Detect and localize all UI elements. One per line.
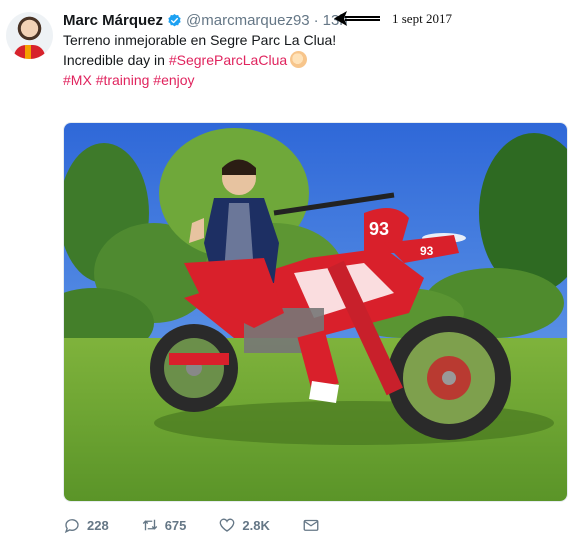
left-arrow-icon	[334, 11, 380, 26]
svg-text:93: 93	[420, 244, 434, 258]
tweet-photo[interactable]: 93 93	[63, 122, 568, 502]
tweet-line-3: #MX #training #enjoy	[63, 70, 336, 90]
tweet-header: Marc Márquez @marcmarquez93 · 13h	[63, 10, 348, 30]
retweet-count: 675	[164, 517, 187, 533]
hashtag-segreparclaclua[interactable]: #SegreParcLaClua	[169, 52, 287, 68]
annotation-date: 1 sept 2017	[392, 11, 452, 26]
tweet-line-2-prefix: Incredible day in	[63, 52, 165, 68]
svg-text:93: 93	[369, 219, 389, 239]
avatar-shirt	[14, 45, 45, 59]
hashtag-enjoy[interactable]: #enjoy	[153, 72, 194, 88]
author-name[interactable]: Marc Márquez	[63, 12, 163, 29]
motocross-photo: 93 93	[64, 123, 567, 501]
tweet-card: Marc Márquez @marcmarquez93 · 13h 1 sept…	[0, 0, 577, 538]
author-handle[interactable]: @marcmarquez93	[186, 12, 310, 29]
reply-count: 228	[87, 517, 109, 533]
reply-icon	[64, 519, 79, 534]
tweet-actions: 228 675 2.8K	[63, 515, 352, 535]
header-separator: ·	[313, 11, 319, 29]
retweet-button[interactable]: 675	[141, 516, 187, 534]
retweet-icon	[142, 519, 157, 531]
like-button[interactable]: 2.8K	[218, 516, 270, 534]
tweet-text: Terreno inmejorable en Segre Parc La Clu…	[63, 30, 336, 90]
avatar[interactable]	[6, 12, 53, 59]
like-count: 2.8K	[242, 517, 270, 533]
message-icon	[303, 519, 319, 531]
verified-badge-icon	[168, 13, 181, 26]
hashtag-mx[interactable]: #MX	[63, 72, 92, 88]
fist-emoji-icon	[290, 51, 308, 68]
hashtag-training[interactable]: #training	[96, 72, 150, 88]
tweet-line-2: Incredible day in #SegreParcLaClua	[63, 50, 336, 70]
tweet-line-1: Terreno inmejorable en Segre Parc La Clu…	[63, 32, 337, 48]
direct-message-button[interactable]	[302, 516, 320, 534]
reply-button[interactable]: 228	[63, 516, 109, 534]
redacted-area	[57, 91, 245, 113]
like-icon	[220, 518, 235, 532]
